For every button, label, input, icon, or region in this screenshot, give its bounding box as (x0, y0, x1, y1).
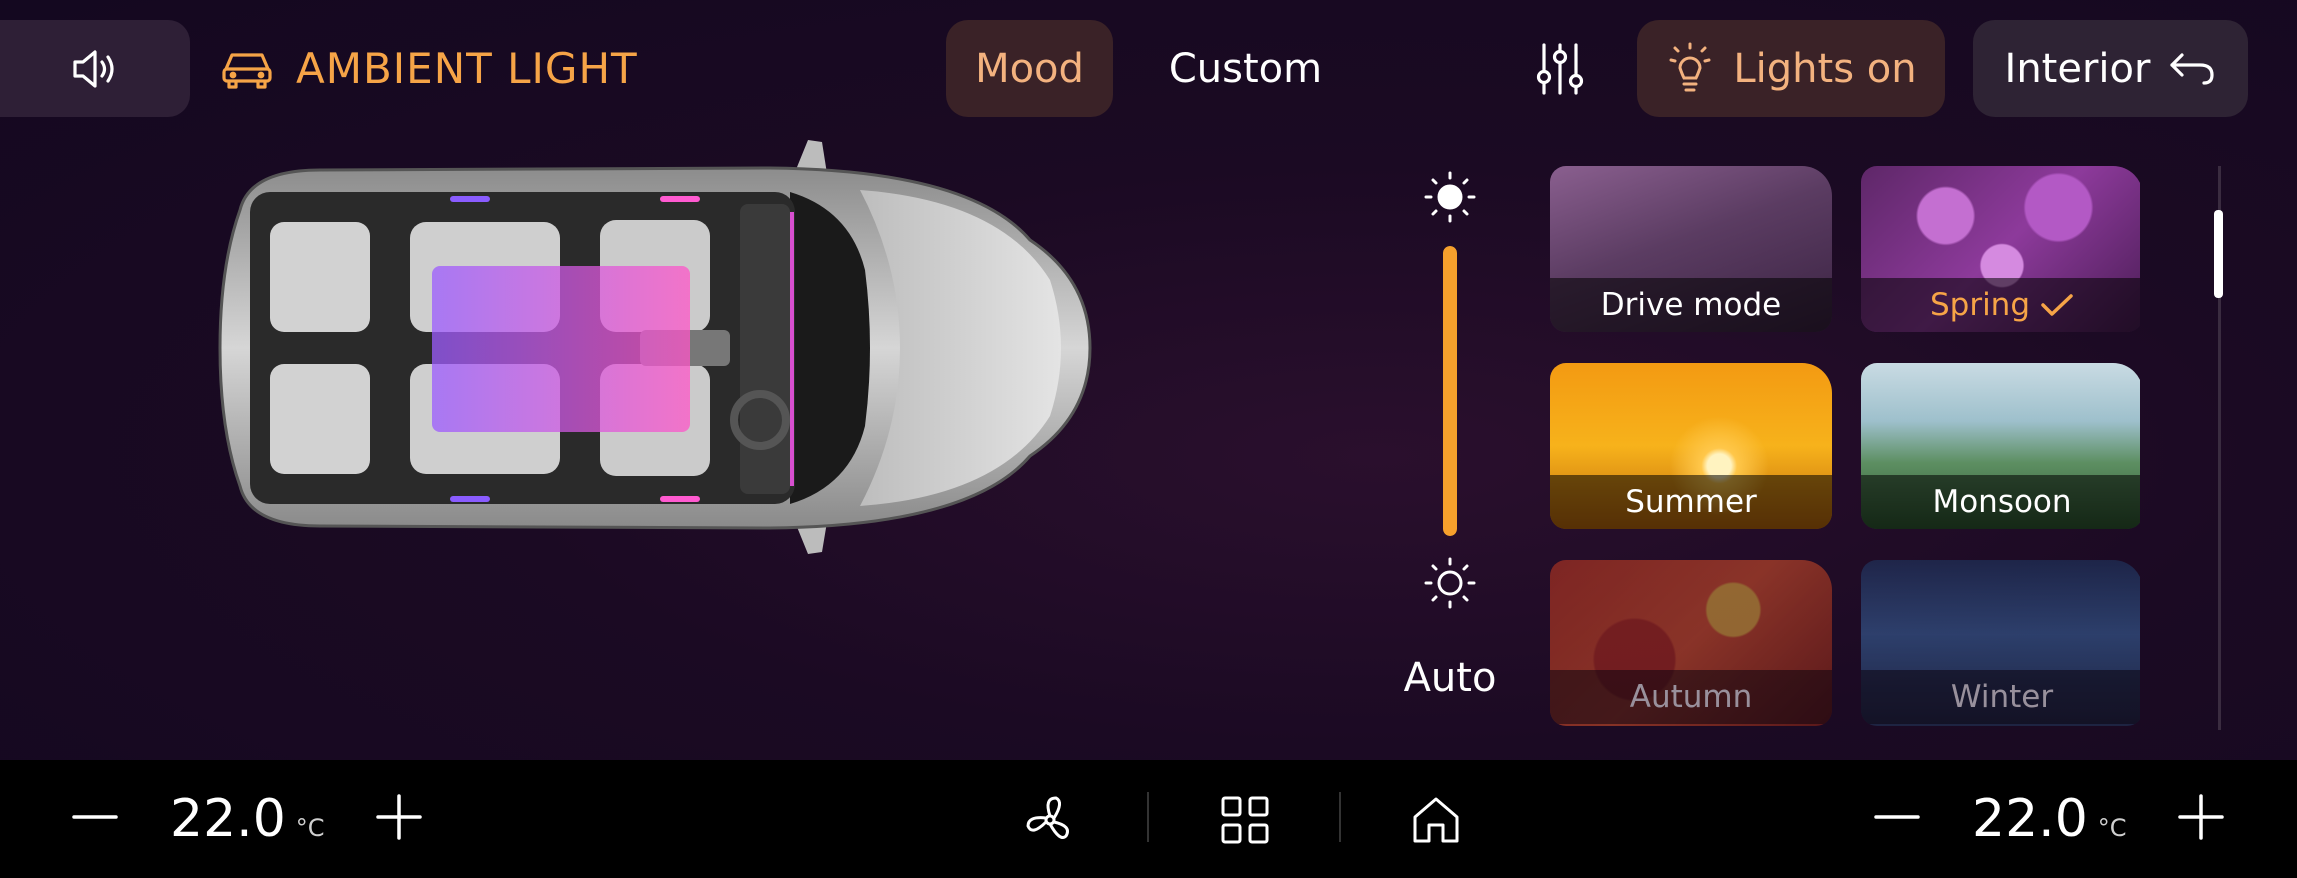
home-button[interactable] (1396, 780, 1476, 860)
back-arrow-icon (2170, 52, 2215, 85)
right-temp-unit: °C (2097, 814, 2127, 842)
minus-icon (72, 815, 118, 819)
brightness-low-icon (1424, 557, 1476, 609)
right-temp-value: 22.0 (1972, 789, 2088, 849)
mood-tiles-grid: Drive mode Spring Summer Monsoon Autumn … (1550, 166, 2140, 726)
fan-button[interactable] (1010, 780, 1090, 860)
interior-label: Interior (2004, 45, 2151, 92)
brightness-high-icon (1424, 171, 1476, 223)
mood-label: Summer (1625, 484, 1757, 520)
left-temp-value: 22.0 (170, 789, 286, 849)
tab-mood[interactable]: Mood (946, 20, 1113, 117)
dock-divider (1339, 792, 1341, 842)
mood-label: Drive mode (1600, 287, 1782, 323)
mood-label: Spring (1929, 287, 2031, 323)
bulb-icon (1669, 42, 1711, 91)
mood-label: Autumn (1629, 679, 1753, 715)
ambient-light-screen: AMBIENT LIGHT Mood Custom Lights on Inte… (0, 0, 2297, 760)
minus-icon (1874, 815, 1920, 819)
mood-scrollbar-thumb[interactable] (2214, 210, 2223, 298)
page-title-group: AMBIENT LIGHT (220, 20, 638, 117)
plus-icon (376, 794, 422, 840)
car-icon (222, 52, 272, 89)
lights-on-button[interactable]: Lights on (1637, 20, 1945, 117)
right-temp-decrease-button[interactable] (1862, 782, 1932, 852)
page-title: AMBIENT LIGHT (296, 44, 638, 93)
mood-label: Monsoon (1932, 484, 2072, 520)
apps-grid-icon (1221, 796, 1269, 844)
mood-tile-autumn[interactable]: Autumn (1550, 560, 1832, 726)
check-icon (2041, 294, 2073, 316)
left-temp-increase-button[interactable] (364, 782, 434, 852)
left-temperature: 22.0 °C (170, 760, 325, 878)
left-temp-unit: °C (295, 814, 325, 842)
car-top-view (218, 140, 1092, 554)
plus-icon (2178, 794, 2224, 840)
auto-brightness-button[interactable]: Auto (1390, 655, 1510, 701)
climate-bar: 22.0 °C 22.0 °C (0, 760, 2297, 878)
mood-label: Winter (1950, 679, 2054, 715)
right-temperature: 22.0 °C (1972, 760, 2127, 878)
lights-on-label: Lights on (1733, 45, 1917, 92)
brightness-slider-fill (1443, 246, 1457, 536)
interior-back-button[interactable]: Interior (1973, 20, 2248, 117)
mood-tile-summer[interactable]: Summer (1550, 363, 1832, 529)
apps-button[interactable] (1205, 780, 1285, 860)
right-temp-increase-button[interactable] (2166, 782, 2236, 852)
volume-icon (73, 49, 114, 88)
mood-tile-monsoon[interactable]: Monsoon (1861, 363, 2140, 529)
dock-divider (1147, 792, 1149, 842)
mood-tile-drive-mode[interactable]: Drive mode (1550, 166, 1832, 332)
volume-button[interactable] (0, 20, 190, 117)
left-temp-decrease-button[interactable] (60, 782, 130, 852)
brightness-slider[interactable] (1443, 246, 1457, 536)
mood-tile-winter[interactable]: Winter (1861, 560, 2140, 726)
tab-custom[interactable]: Custom (1133, 20, 1358, 117)
sliders-icon (1536, 42, 1584, 95)
home-icon (1413, 797, 1459, 843)
mood-tile-spring[interactable]: Spring (1861, 166, 2140, 332)
settings-sliders-button[interactable] (1520, 20, 1600, 117)
fan-icon (1026, 796, 1069, 839)
